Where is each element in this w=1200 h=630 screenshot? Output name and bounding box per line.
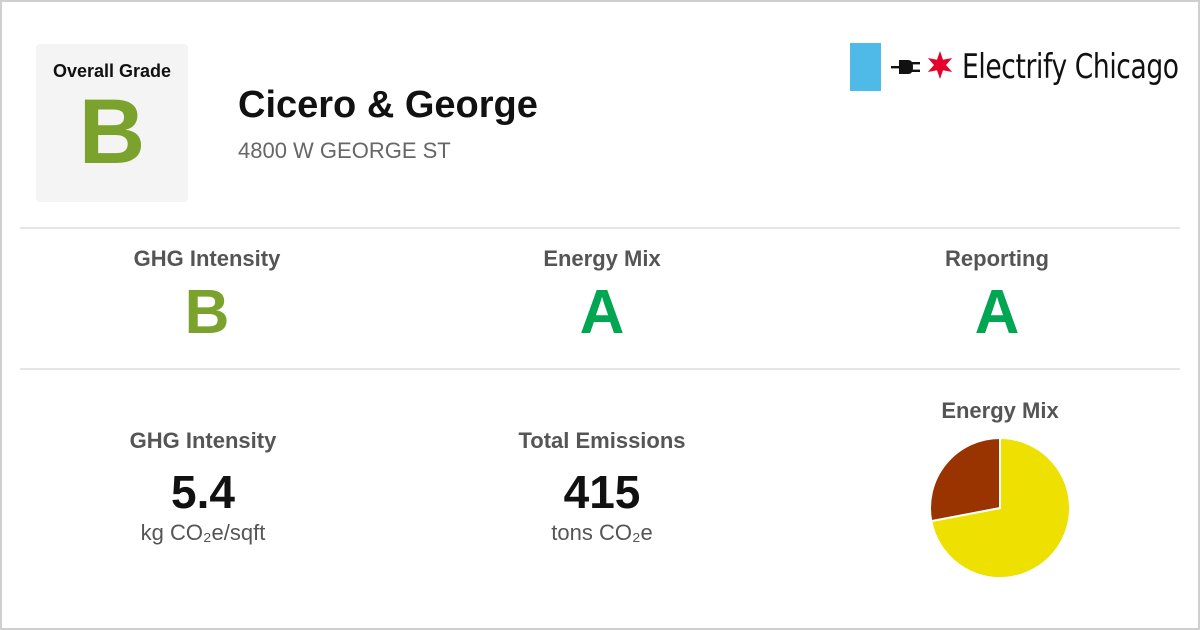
chicago-flag-icon [850, 43, 881, 91]
metric-unit: tons CO₂e [551, 520, 653, 545]
grade-letter: A [974, 278, 1020, 347]
overall-grade-box: Overall Grade B [36, 44, 188, 202]
metric-label: GHG Intensity [129, 428, 277, 453]
metric-label: Total Emissions [518, 428, 686, 453]
grade-label: Reporting [945, 246, 1049, 271]
building-name: Cicero & George [238, 84, 538, 126]
grade-energy-mix: Energy Mix A [452, 246, 752, 348]
grade-ghg-intensity: GHG Intensity B [57, 246, 357, 348]
card-frame: Overall Grade B Cicero & George 4800 W G… [0, 0, 1200, 630]
grade-letter: A [579, 278, 625, 347]
metric-value: 5.4 [171, 466, 235, 518]
grade-letter: B [184, 278, 230, 347]
overall-grade-label: Overall Grade [52, 61, 172, 81]
pie-slice-1 [929, 436, 1001, 523]
energy-mix-pie [929, 436, 1071, 579]
energy-mix-chart: Energy Mix [850, 398, 1150, 580]
chart-title: Energy Mix [941, 398, 1059, 423]
metric-total-emissions: Total Emissions 415 tons CO₂e [452, 428, 752, 546]
metric-ghg-intensity: GHG Intensity 5.4 kg CO₂e/sqft [53, 428, 353, 546]
metric-value: 415 [563, 466, 641, 518]
divider-bottom [20, 368, 1180, 370]
grade-label: Energy Mix [543, 246, 661, 271]
overall-grade-letter: B [78, 81, 146, 183]
divider-top [20, 227, 1180, 229]
metric-unit: kg CO₂e/sqft [140, 520, 266, 545]
plug-icon [891, 60, 920, 74]
grade-reporting: Reporting A [847, 246, 1147, 348]
building-address: 4800 W GEORGE ST [238, 138, 451, 163]
brand-logo[interactable]: Electrify Chicago [850, 43, 1180, 91]
brand-name: Electrify Chicago [962, 47, 1179, 87]
grade-label: GHG Intensity [133, 246, 281, 271]
red-star-icon [927, 51, 953, 79]
